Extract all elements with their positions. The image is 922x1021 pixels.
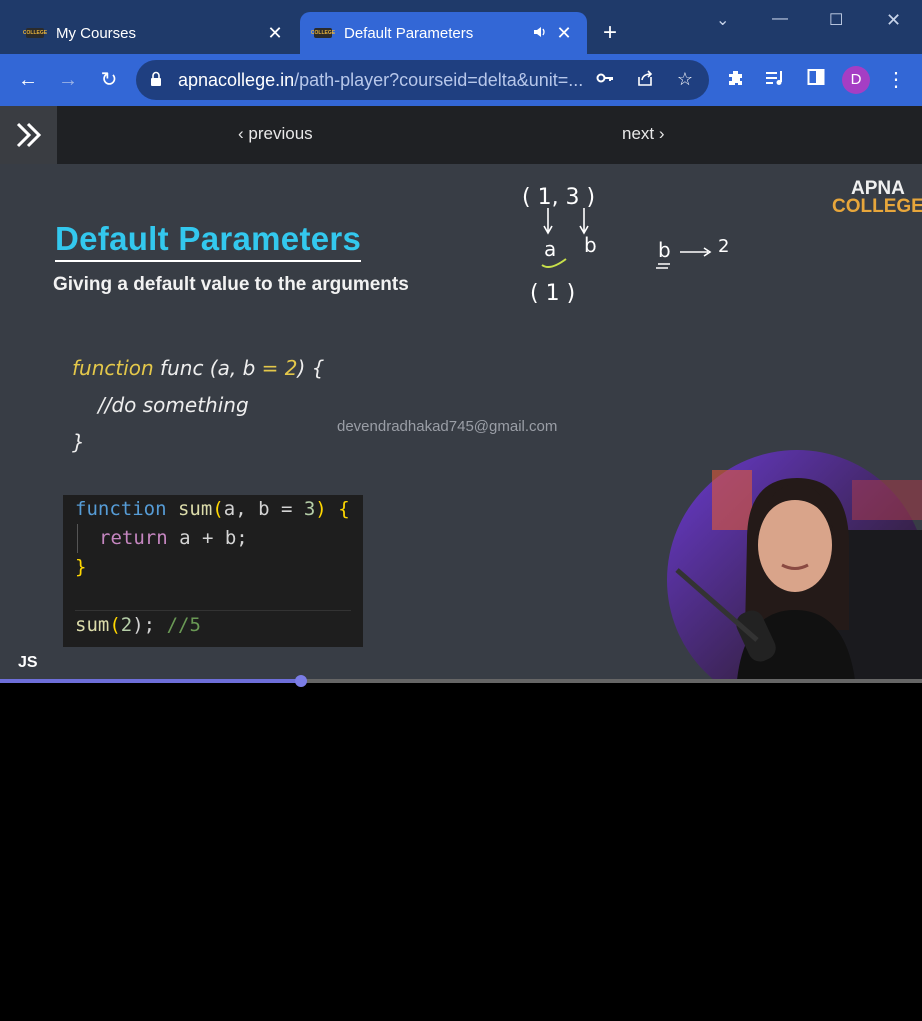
player-nav-bar: ‹ previous next › (0, 106, 922, 164)
tab-default-parameters[interactable]: COLLEGE Default Parameters ✕ (300, 12, 587, 54)
code-example-2: function sum(a, b = 3) { return a + b; }… (63, 495, 363, 647)
video-slide[interactable]: Default Parameters Giving a default valu… (0, 164, 922, 680)
share-icon[interactable] (633, 69, 657, 92)
media-queue-icon[interactable] (763, 68, 787, 94)
side-panel-icon[interactable] (804, 68, 828, 92)
close-tab-icon[interactable]: ✕ (553, 23, 575, 44)
video-progress-bar[interactable] (0, 675, 922, 687)
hw-b: b (584, 233, 597, 257)
js-label: JS (18, 654, 38, 671)
code-example-1: function func (a, b = 2) { //do somethin… (72, 356, 325, 454)
tab-search-chevron-icon[interactable]: ⌄ (716, 10, 729, 30)
chevron-right-icon: › (654, 124, 665, 143)
tab-title: My Courses (56, 24, 137, 42)
handwritten-annotations: ( 1, 3 ) a b ( 1 ) b 2 (522, 185, 729, 306)
hw-b2: b (658, 238, 671, 262)
hw-two: 2 (718, 236, 729, 257)
tab-my-courses[interactable]: COLLEGE My Courses ✕ (12, 12, 298, 54)
profile-avatar[interactable]: D (842, 66, 870, 94)
browser-toolbar: ← → ↻ apnacollege.in/path-player?coursei… (0, 54, 922, 106)
reload-icon[interactable]: ↻ (97, 68, 121, 92)
hw-a: a (544, 237, 556, 261)
address-bar[interactable]: apnacollege.in/path-player?courseid=delt… (136, 60, 709, 100)
email-watermark: devendradhakad745@gmail.com (337, 418, 558, 435)
tab-strip: COLLEGE My Courses ✕ COLLEGE Default Par… (0, 0, 922, 54)
extensions-icon[interactable] (724, 68, 748, 94)
college-favicon-icon: COLLEGE (310, 28, 336, 38)
apna-college-logo: APNA COLLEGE (832, 178, 922, 217)
previous-button[interactable]: ‹ previous (238, 124, 313, 144)
close-window-icon[interactable]: ✕ (886, 10, 901, 31)
hw-one: ( 1 ) (530, 281, 575, 306)
hw-args: ( 1, 3 ) (522, 185, 595, 210)
close-tab-icon[interactable]: ✕ (264, 23, 286, 44)
progress-scrubber-handle[interactable] (295, 675, 308, 687)
bookmark-star-icon[interactable]: ☆ (673, 69, 697, 90)
forward-icon[interactable]: → (56, 68, 80, 92)
back-icon[interactable]: ← (16, 68, 40, 92)
progress-fill (0, 679, 302, 683)
expand-sidebar-icon[interactable] (0, 106, 57, 164)
college-favicon-icon: COLLEGE (22, 28, 48, 38)
tab-title: Default Parameters (344, 24, 474, 42)
maximize-icon[interactable]: ☐ (829, 10, 843, 30)
chevron-left-icon: ‹ (238, 124, 249, 143)
slide-title: Default Parameters (55, 220, 362, 262)
new-tab-icon[interactable]: + (603, 19, 617, 47)
instructor-webcam-video (667, 450, 922, 680)
speaker-icon[interactable] (533, 25, 551, 42)
url-text[interactable]: apnacollege.in/path-player?courseid=delt… (178, 70, 583, 91)
menu-kebab-icon[interactable]: ⋮ (884, 68, 908, 92)
minimize-icon[interactable]: — (772, 10, 788, 28)
slide-subtitle: Giving a default value to the arguments (53, 274, 409, 295)
lock-icon[interactable] (150, 71, 162, 87)
key-icon[interactable] (593, 69, 617, 92)
next-button[interactable]: next › (622, 124, 665, 144)
